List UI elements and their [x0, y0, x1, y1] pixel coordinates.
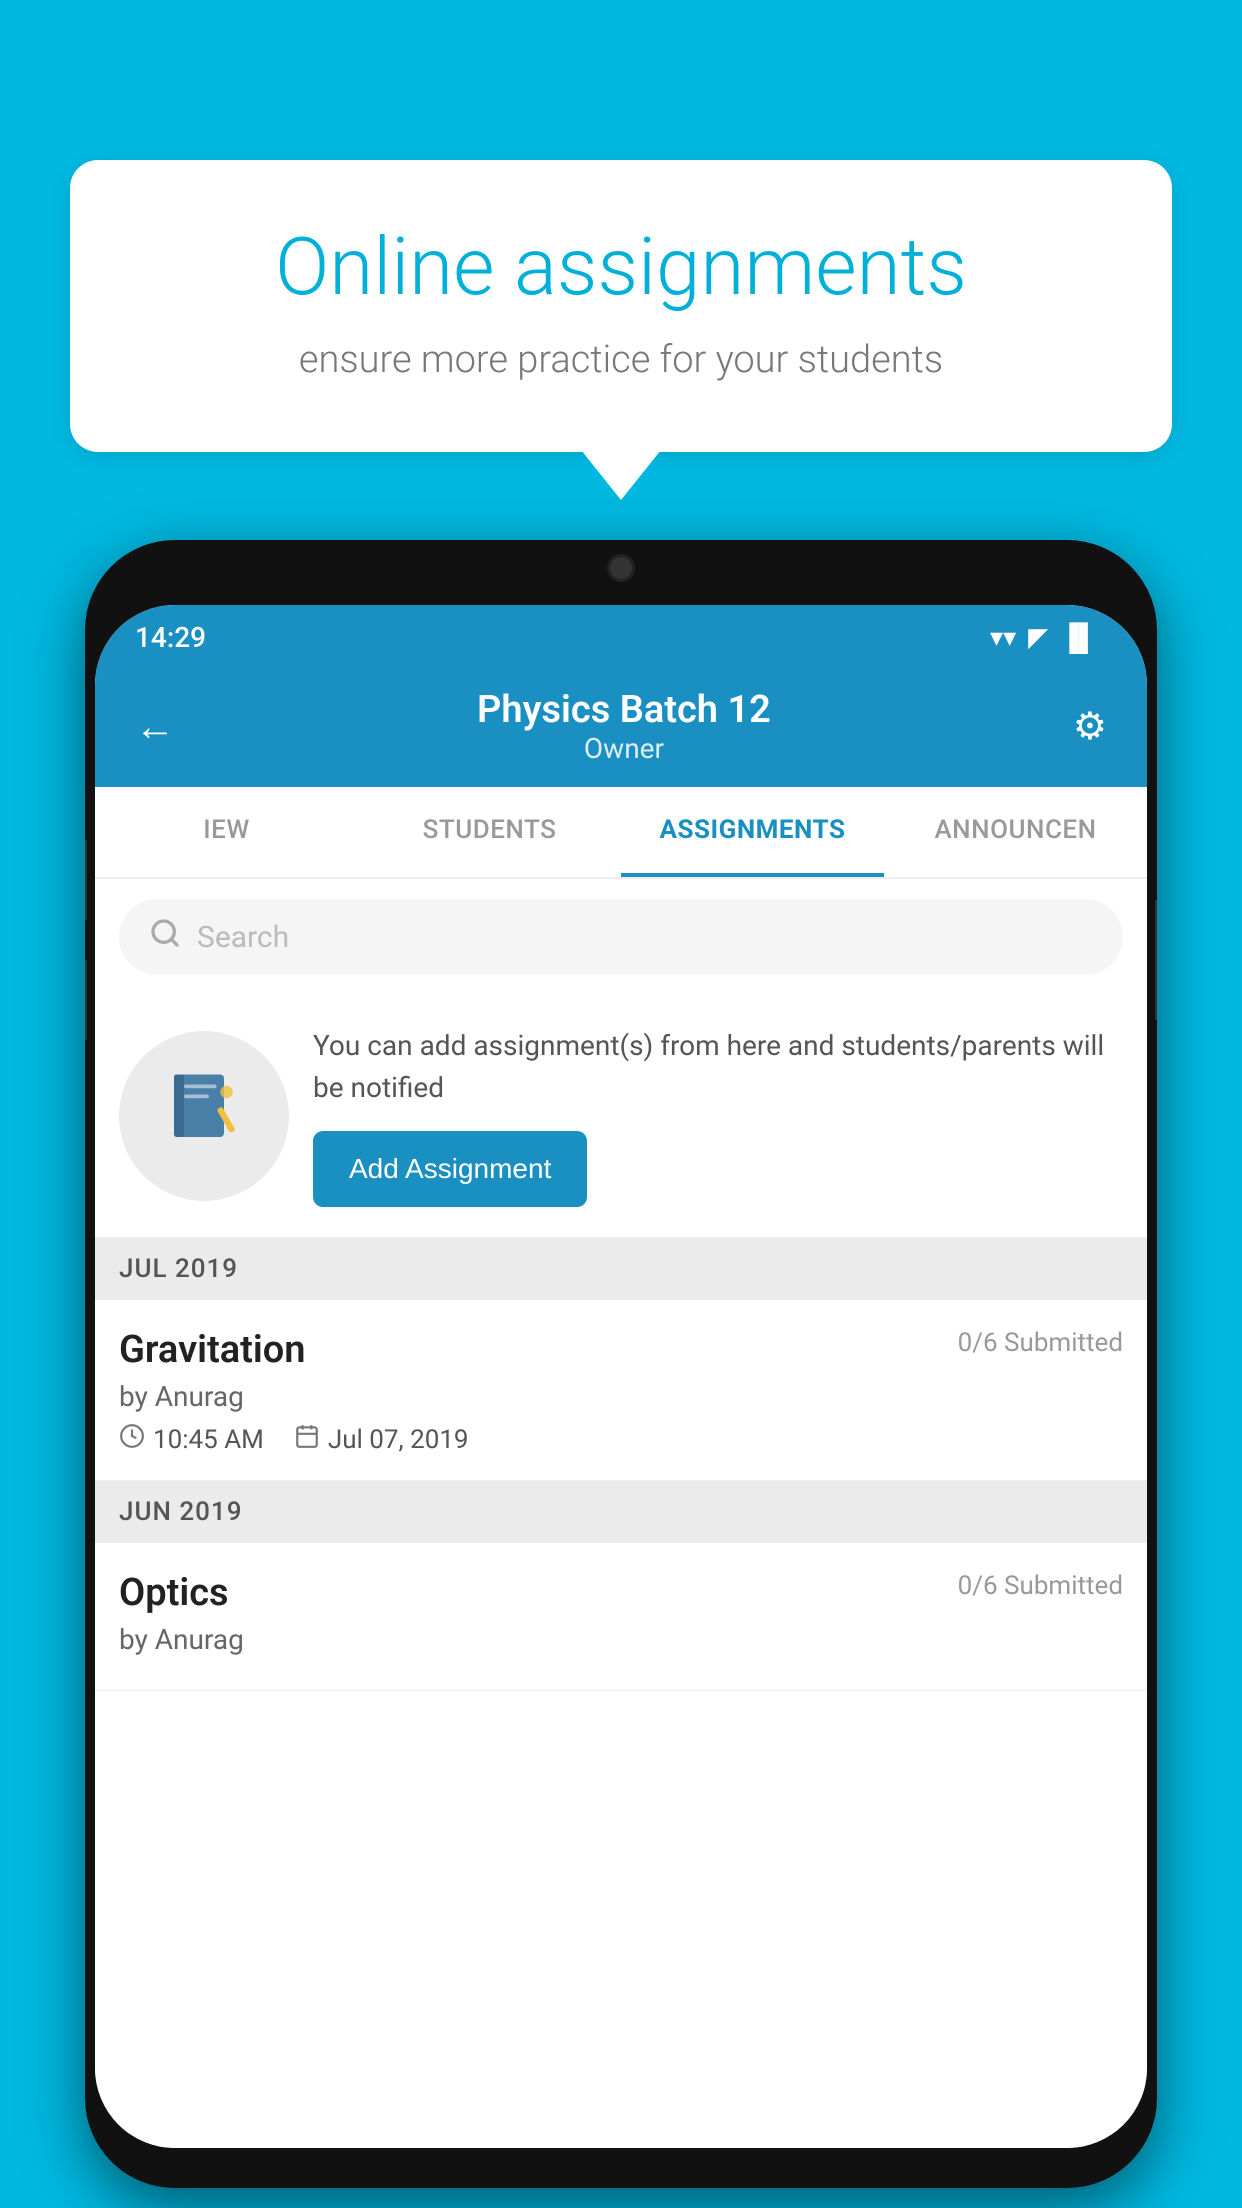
assignment-icon-circle — [119, 1031, 289, 1201]
assignment-top-row: Gravitation 0/6 Submitted — [119, 1328, 1123, 1372]
bubble-subtitle: ensure more practice for your students — [140, 338, 1102, 382]
info-section: You can add assignment(s) from here and … — [95, 995, 1147, 1238]
assignment-item-optics[interactable]: Optics 0/6 Submitted by Anurag — [95, 1543, 1147, 1691]
status-icons: ▾▾ ◤ ▐▌ — [990, 622, 1097, 653]
month-header-jul: JUL 2019 — [95, 1238, 1147, 1300]
volume-up-button — [85, 840, 87, 920]
phone-frame: 14:29 ▾▾ ◤ ▐▌ ← Physics Batch 12 Owner ⚙ — [85, 540, 1157, 2188]
bubble-title: Online assignments — [140, 220, 1102, 314]
assignment-time-gravitation: 10:45 AM — [153, 1425, 264, 1455]
clock-icon — [119, 1423, 145, 1456]
search-bar[interactable]: Search — [119, 899, 1123, 975]
assignment-item-gravitation[interactable]: Gravitation 0/6 Submitted by Anurag — [95, 1300, 1147, 1481]
camera-dot — [607, 554, 635, 582]
notebook-icon — [164, 1067, 244, 1165]
assignment-date-gravitation: Jul 07, 2019 — [328, 1425, 469, 1455]
info-description: You can add assignment(s) from here and … — [313, 1025, 1123, 1109]
search-icon — [149, 917, 181, 957]
wifi-icon: ▾▾ — [990, 623, 1016, 653]
assignment-meta-gravitation: 10:45 AM Jul 07, 201 — [119, 1423, 1123, 1456]
speech-bubble-section: Online assignments ensure more practice … — [70, 160, 1172, 452]
assignment-name-gravitation: Gravitation — [119, 1328, 306, 1372]
assignment-name-optics: Optics — [119, 1571, 229, 1615]
battery-icon: ▐▌ — [1060, 622, 1097, 653]
screen-content: 14:29 ▾▾ ◤ ▐▌ ← Physics Batch 12 Owner ⚙ — [95, 605, 1147, 2148]
app-header: ← Physics Batch 12 Owner ⚙ — [95, 670, 1147, 787]
search-container: Search — [95, 879, 1147, 995]
phone-wrapper: 14:29 ▾▾ ◤ ▐▌ ← Physics Batch 12 Owner ⚙ — [85, 540, 1157, 2188]
power-button — [1155, 900, 1157, 1020]
header-center: Physics Batch 12 Owner — [175, 688, 1073, 765]
back-button[interactable]: ← — [135, 703, 175, 750]
meta-date-gravitation: Jul 07, 2019 — [294, 1423, 469, 1456]
settings-icon[interactable]: ⚙ — [1073, 704, 1107, 749]
tab-announcements[interactable]: ANNOUNCEN — [884, 787, 1147, 877]
tab-students[interactable]: STUDENTS — [358, 787, 621, 877]
assignment-author-optics: by Anurag — [119, 1623, 1123, 1656]
month-header-jun: JUN 2019 — [95, 1481, 1147, 1543]
tabs-bar: IEW STUDENTS ASSIGNMENTS ANNOUNCEN — [95, 787, 1147, 879]
status-time: 14:29 — [135, 621, 206, 654]
speech-bubble-card: Online assignments ensure more practice … — [70, 160, 1172, 452]
volume-down-button — [85, 960, 87, 1040]
meta-time-gravitation: 10:45 AM — [119, 1423, 264, 1456]
tab-assignments[interactable]: ASSIGNMENTS — [621, 787, 884, 877]
assignment-author-gravitation: by Anurag — [119, 1380, 1123, 1413]
info-right: You can add assignment(s) from here and … — [313, 1025, 1123, 1207]
phone-screen: 14:29 ▾▾ ◤ ▐▌ ← Physics Batch 12 Owner ⚙ — [95, 605, 1147, 2148]
phone-notch — [521, 540, 721, 595]
header-title: Physics Batch 12 — [175, 688, 1073, 732]
signal-icon: ◤ — [1028, 623, 1048, 653]
header-subtitle: Owner — [175, 732, 1073, 765]
submitted-badge-gravitation: 0/6 Submitted — [958, 1328, 1123, 1358]
submitted-badge-optics: 0/6 Submitted — [958, 1571, 1123, 1601]
search-placeholder: Search — [197, 920, 289, 955]
assignment-top-row-optics: Optics 0/6 Submitted — [119, 1571, 1123, 1615]
add-assignment-button[interactable]: Add Assignment — [313, 1131, 587, 1207]
status-bar: 14:29 ▾▾ ◤ ▐▌ — [95, 605, 1147, 670]
tab-iew[interactable]: IEW — [95, 787, 358, 877]
calendar-icon — [294, 1423, 320, 1456]
